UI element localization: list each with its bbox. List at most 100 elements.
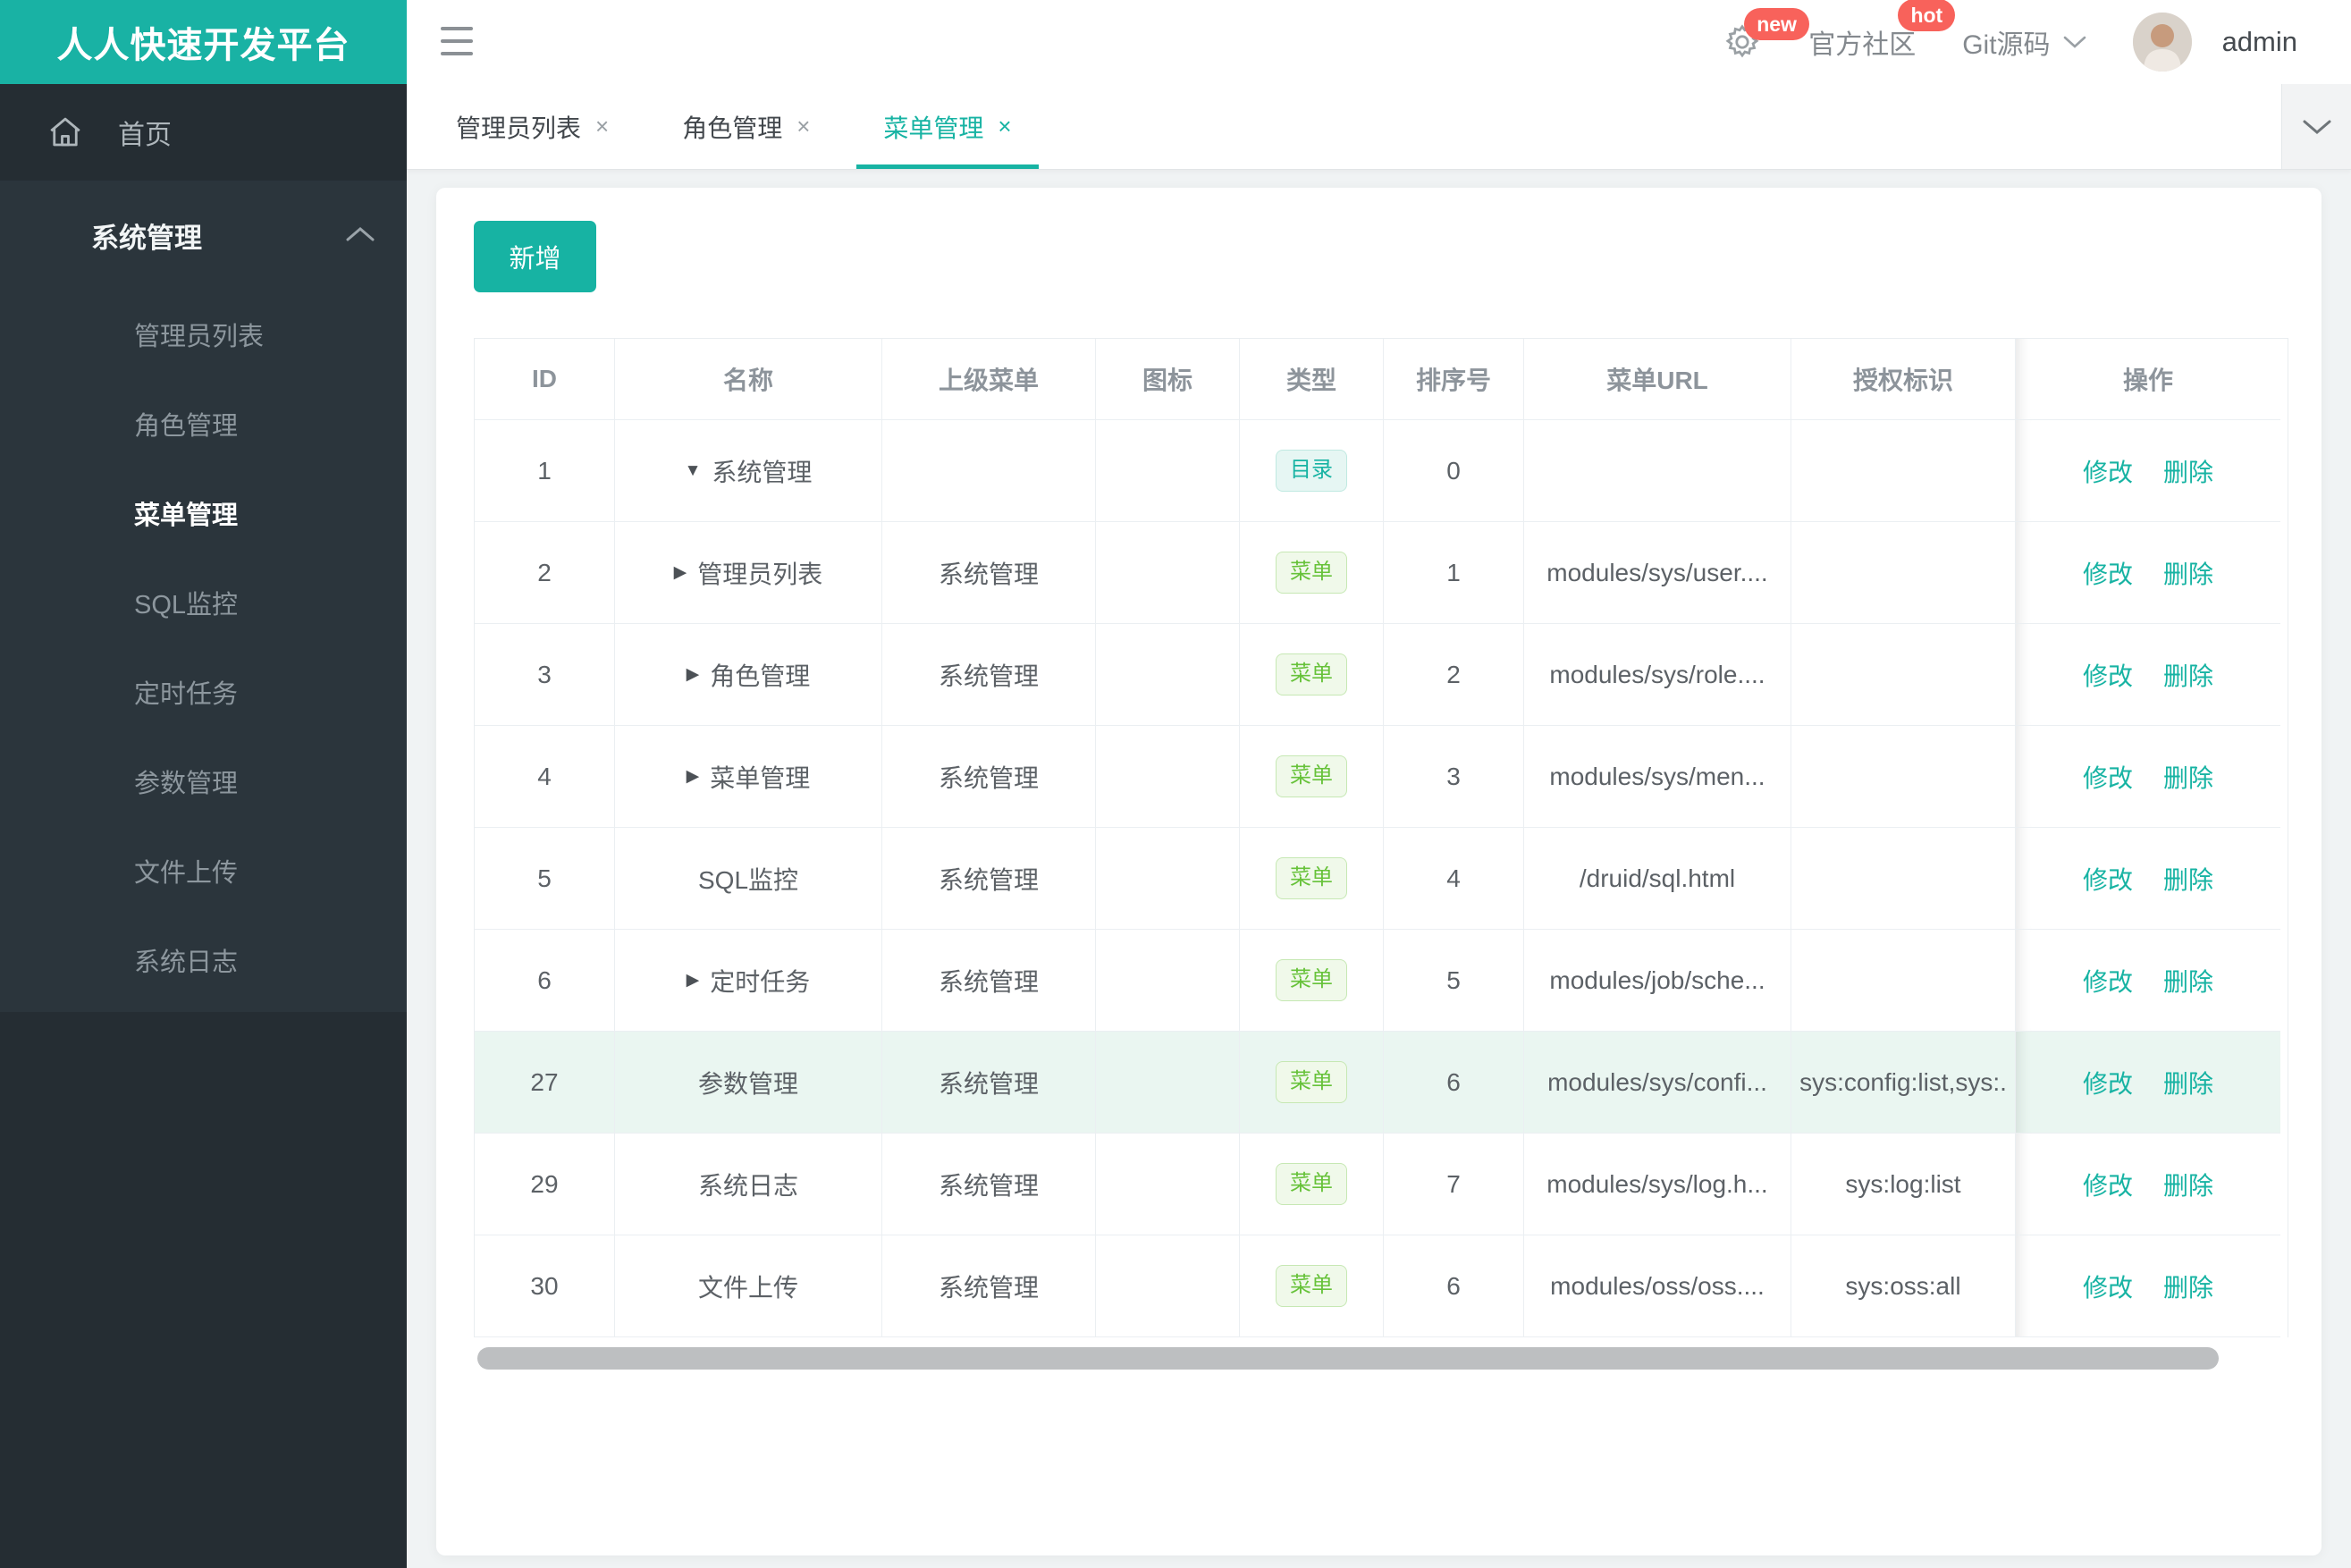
sidebar-item-scheduled-jobs[interactable]: 定时任务 [0,647,407,737]
close-icon[interactable]: × [595,113,609,140]
delete-link[interactable]: 删除 [2163,1167,2213,1202]
sidebar-item-param-mgmt[interactable]: 参数管理 [0,737,407,826]
sidebar-toggle-icon[interactable] [441,27,473,55]
col-header-ops: 操作 [2016,339,2280,420]
cell-parent [882,420,1096,522]
delete-link[interactable]: 删除 [2163,555,2213,591]
cell-type: 菜单 [1240,1134,1384,1235]
tab-menu-mgmt[interactable]: 菜单管理 × [856,84,1039,169]
content-card: 新增 ID 名称 上级菜单 图标 类型 排序号 菜单URL 授权标识 操作 1 … [436,188,2322,1555]
sidebar-item-system-log[interactable]: 系统日志 [0,915,407,1005]
cell-name: SQL监控 [615,828,882,930]
table-row[interactable]: 27 参数管理 系统管理 菜单 6 modules/sys/confi... s… [475,1032,2288,1134]
cell-icon [1096,726,1240,828]
add-button[interactable]: 新增 [474,221,596,292]
cell-ops: 修改 删除 [2016,1032,2280,1134]
delete-link[interactable]: 删除 [2163,759,2213,795]
col-header-id: ID [475,339,615,420]
expand-arrow-icon[interactable]: ▶ [687,766,700,787]
tab-list-dropdown[interactable] [2281,84,2351,169]
expand-arrow-icon[interactable]: ▶ [674,562,687,583]
edit-link[interactable]: 修改 [2083,657,2133,693]
table-row[interactable]: 6 ▶ 定时任务 系统管理 菜单 5 modules/job/sche... 修… [475,930,2288,1032]
cell-perms [1791,522,2016,624]
delete-link[interactable]: 删除 [2163,1065,2213,1100]
cell-ops: 修改 删除 [2016,1134,2280,1235]
cell-order: 5 [1384,930,1524,1032]
col-header-perms: 授权标识 [1791,339,2016,420]
cell-url: modules/sys/confi... [1524,1032,1791,1134]
tab-label: 角色管理 [682,114,783,142]
app-logo: 人人快速开发平台 [0,0,407,84]
edit-link[interactable]: 修改 [2083,555,2133,591]
delete-link[interactable]: 删除 [2163,453,2213,489]
cell-parent: 系统管理 [882,1032,1096,1134]
avatar[interactable] [2132,13,2192,72]
table-row[interactable]: 30 文件上传 系统管理 菜单 6 modules/oss/oss.... sy… [475,1235,2288,1337]
expand-arrow-icon[interactable]: ▼ [685,461,702,481]
delete-link[interactable]: 删除 [2163,963,2213,999]
tab-admin-list[interactable]: 管理员列表 × [429,84,636,169]
edit-link[interactable]: 修改 [2083,1269,2133,1304]
edit-link[interactable]: 修改 [2083,759,2133,795]
sidebar-menu-system-title[interactable]: 系统管理 [0,181,407,290]
sidebar-item-admin-list[interactable]: 管理员列表 [0,290,407,379]
delete-link[interactable]: 删除 [2163,657,2213,693]
cell-icon [1096,1134,1240,1235]
col-header-order: 排序号 [1384,339,1524,420]
cell-url: modules/sys/role.... [1524,624,1791,726]
cell-ops: 修改 删除 [2016,522,2280,624]
type-badge: 菜单 [1276,959,1347,1001]
close-icon[interactable]: × [998,113,1011,140]
chevron-down-icon [2303,120,2330,134]
edit-link[interactable]: 修改 [2083,1167,2133,1202]
edit-link[interactable]: 修改 [2083,1065,2133,1100]
cell-perms [1791,930,2016,1032]
table-row[interactable]: 2 ▶ 管理员列表 系统管理 菜单 1 modules/sys/user....… [475,522,2288,624]
delete-link[interactable]: 删除 [2163,1269,2213,1304]
topbar-right: new 官方社区 hot Git源码 admin [1723,0,2297,84]
sidebar-item-home[interactable]: 首页 [0,84,407,181]
table-row[interactable]: 3 ▶ 角色管理 系统管理 菜单 2 modules/sys/role.... … [475,624,2288,726]
topbar: new 官方社区 hot Git源码 admin [407,0,2351,84]
table-row[interactable]: 4 ▶ 菜单管理 系统管理 菜单 3 modules/sys/men... 修改… [475,726,2288,828]
cell-name: ▼ 系统管理 [615,420,882,522]
expand-arrow-icon[interactable]: ▶ [687,664,700,685]
sidebar-item-file-upload[interactable]: 文件上传 [0,826,407,915]
table-row[interactable]: 29 系统日志 系统管理 菜单 7 modules/sys/log.h... s… [475,1134,2288,1235]
cell-id: 5 [475,828,615,930]
cell-ops: 修改 删除 [2016,828,2280,930]
cell-id: 3 [475,624,615,726]
close-icon[interactable]: × [796,113,810,140]
tab-role-mgmt[interactable]: 角色管理 × [655,84,837,169]
git-source-menu[interactable]: Git源码 [1962,22,2086,62]
cell-perms: sys:oss:all [1791,1235,2016,1337]
col-header-parent: 上级菜单 [882,339,1096,420]
sidebar: 人人快速开发平台 首页 系统管理 管理员列表 角色管理 菜单管理 SQL监控 定… [0,0,407,1568]
tab-label: 管理员列表 [456,114,582,142]
community-link[interactable]: 官方社区 hot [1808,0,1956,62]
cell-id: 1 [475,420,615,522]
chevron-up-icon [345,225,375,243]
type-badge: 菜单 [1276,857,1347,899]
settings-button[interactable]: new [1723,8,1809,62]
scrollbar-thumb[interactable] [477,1347,2219,1370]
username-label[interactable]: admin [2222,26,2297,58]
cell-id: 27 [475,1032,615,1134]
sidebar-item-menu-mgmt[interactable]: 菜单管理 [0,468,407,558]
table-row[interactable]: 5 SQL监控 系统管理 菜单 4 /druid/sql.html 修改 删除 [475,828,2288,930]
cell-type: 菜单 [1240,522,1384,624]
app-screen: 人人快速开发平台 首页 系统管理 管理员列表 角色管理 菜单管理 SQL监控 定… [0,0,2351,1568]
expand-arrow-icon[interactable]: ▶ [687,970,700,991]
cell-id: 4 [475,726,615,828]
delete-link[interactable]: 删除 [2163,861,2213,897]
edit-link[interactable]: 修改 [2083,963,2133,999]
sidebar-item-sql-monitor[interactable]: SQL监控 [0,558,407,647]
cell-name: 文件上传 [615,1235,882,1337]
edit-link[interactable]: 修改 [2083,453,2133,489]
cell-parent: 系统管理 [882,930,1096,1032]
chevron-down-icon [2063,36,2086,48]
edit-link[interactable]: 修改 [2083,861,2133,897]
table-row[interactable]: 1 ▼ 系统管理 目录 0 修改 删除 [475,420,2288,522]
sidebar-item-role-mgmt[interactable]: 角色管理 [0,379,407,468]
